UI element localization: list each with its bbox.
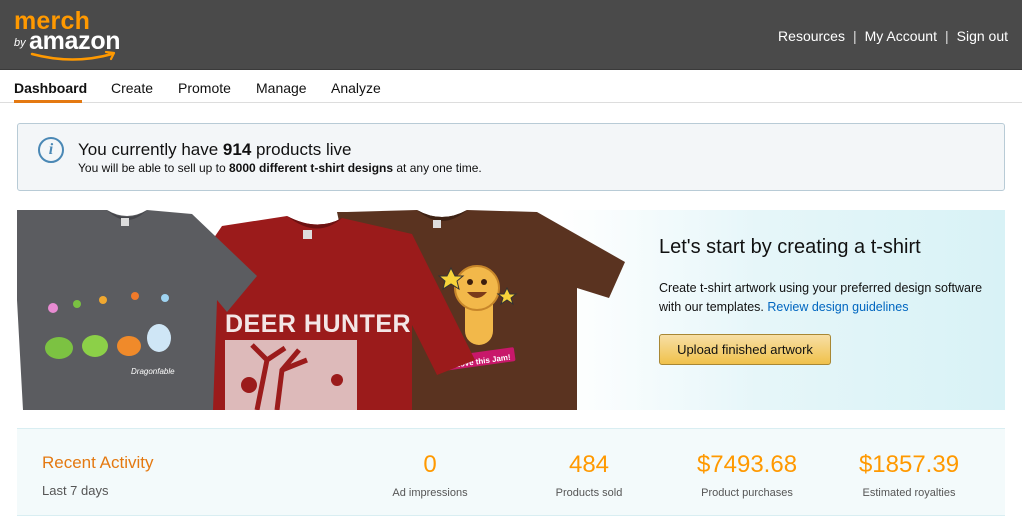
design-limit-text: You will be able to sell up to 8000 diff… <box>78 161 482 175</box>
my-account-link[interactable]: My Account <box>859 28 943 44</box>
products-sold-metric: 484 Products sold <box>519 449 659 499</box>
create-tshirt-banner: I Love this Jam! DEER HUNTER Dragonfable… <box>17 210 1005 410</box>
metric-value: $7493.68 <box>696 451 798 478</box>
account-links: Resources | My Account | Sign out <box>772 28 1014 44</box>
metric-label: Estimated royalties <box>862 487 956 499</box>
tab-dashboard[interactable]: Dashboard <box>14 80 87 96</box>
banner-description: Create t-shirt artwork using your prefer… <box>659 281 983 314</box>
main-nav: Dashboard Create Promote Manage Analyze <box>0 70 1022 103</box>
active-tab-indicator <box>14 100 82 103</box>
metric-value: $1857.39 <box>858 451 960 478</box>
top-bar: merch by amazon Resources | My Account |… <box>0 0 1022 70</box>
recent-activity-period: Last 7 days <box>42 483 109 498</box>
ad-impressions-metric: 0 Ad impressions <box>360 449 500 499</box>
estimated-royalties-metric: $1857.39 Estimated royalties <box>839 449 979 499</box>
metric-label: Product purchases <box>701 487 793 499</box>
tab-analyze[interactable]: Analyze <box>331 80 381 96</box>
product-purchases-metric: $7493.68 Product purchases <box>677 449 817 499</box>
metric-value: 0 <box>423 451 437 478</box>
merch-by-amazon-logo[interactable]: merch by amazon <box>14 9 134 65</box>
tab-promote[interactable]: Promote <box>178 80 231 96</box>
resources-link[interactable]: Resources <box>772 28 851 44</box>
recent-activity-panel: Recent Activity Last 7 days 0 Ad impress… <box>17 428 1005 516</box>
products-live-notice: i You currently have 914 products live Y… <box>17 123 1005 191</box>
products-live-count: 914 <box>222 140 252 159</box>
upload-finished-artwork-button[interactable]: Upload finished artwork <box>659 334 831 365</box>
review-design-guidelines-link[interactable]: Review design guidelines <box>767 300 908 314</box>
design-limit-count: 8000 different t-shirt designs <box>229 161 394 175</box>
metric-label: Products sold <box>555 487 623 499</box>
info-icon: i <box>38 137 64 163</box>
banner-title: Let's start by creating a t-shirt <box>659 236 921 258</box>
recent-activity-title: Recent Activity <box>42 453 154 472</box>
metric-value: 484 <box>568 451 610 478</box>
link-separator: | <box>852 28 857 44</box>
tab-manage[interactable]: Manage <box>256 80 307 96</box>
link-separator: | <box>944 28 949 44</box>
shirt1-caption: Dragonfable <box>131 367 175 376</box>
metric-label: Ad impressions <box>392 487 468 499</box>
shirt2-caption: DEER HUNTER <box>225 310 411 338</box>
amazon-smile-icon <box>30 51 116 61</box>
logo-by-text: by <box>14 37 26 49</box>
sign-out-link[interactable]: Sign out <box>951 28 1014 44</box>
tshirt-samples-image: I Love this Jam! DEER HUNTER Dragonfable <box>17 210 625 410</box>
products-live-text: You currently have 914 products live <box>78 140 352 159</box>
tab-create[interactable]: Create <box>111 80 153 96</box>
